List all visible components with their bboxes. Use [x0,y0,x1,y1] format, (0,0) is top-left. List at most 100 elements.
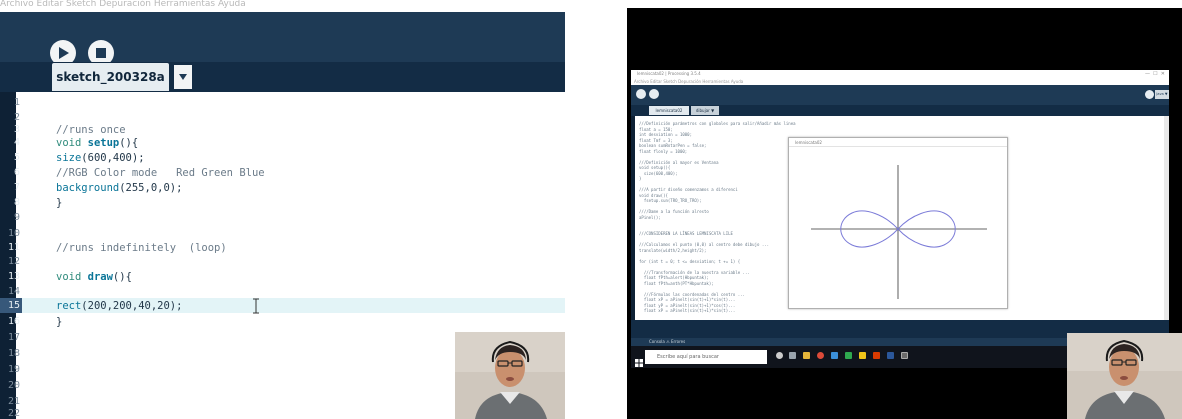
code-line: ///CONSIDEREN LA LÍNEAS LEMNISCATA LILE [639,231,733,236]
code-line: size(600,400); [639,170,678,176]
code-line: float xP = aPinelt(sin(t)+1)*sin(t)... [639,308,736,313]
line-number: 16 [7,316,20,327]
processing-app-icon[interactable] [901,352,908,359]
line-number: 13 [7,271,20,282]
line-number: 12 [7,256,20,267]
run-button[interactable] [636,89,646,99]
window-controls: — ☐ ✕ [1115,71,1165,77]
code-function: draw [87,271,113,283]
text-cursor-icon [253,298,259,314]
code-text: } [56,316,63,328]
sketch-window-title: lemniscata02 [789,138,1007,147]
ide-toolbar: Java ▼ [631,85,1169,105]
code-function: setup [87,137,120,149]
code-text: (255,0,0); [119,182,183,194]
code-line: void setup(){ [56,137,138,149]
line-number: 6 [13,167,20,178]
vertical-scrollbar[interactable] [1164,116,1169,320]
line-number: 1 [13,97,20,108]
windows-start-icon[interactable] [635,352,643,367]
line-number: 22 [7,408,20,419]
word-icon[interactable] [887,352,894,359]
line-number: 2 [13,112,20,123]
code-text: (){ [119,137,139,149]
line-number-gutter [631,116,635,320]
code-line: ///Calculamos el punto (0,0) al centro d… [639,242,770,247]
line-number: 10 [7,228,20,239]
code-line: float fPth=anth(PT*Hbpuntak); [639,280,714,286]
tab-menu-button[interactable] [174,65,192,89]
sketch-output-window[interactable]: lemniscata02 [788,137,1008,309]
file-explorer-icon[interactable] [803,352,810,359]
code-function: size [56,152,82,164]
line-number: 18 [7,348,20,359]
menu-bar[interactable]: Archivo Editar Sketch Depuración Herrami… [0,0,565,12]
code-line: boolean sumRotarPen = false; [639,143,707,148]
code-line: } [639,176,642,181]
line-number: 7 [13,182,20,193]
tab-sketch[interactable]: sketch_200328a [52,63,169,91]
code-function: background [56,182,120,194]
code-line: //RGB Color mode Red Green Blue [56,167,265,179]
code-text: } [56,197,63,209]
code-line: float fPth=alert(Hbpuntak); [639,275,709,280]
code-comment: //runs once [56,124,126,136]
code-comment: //RGB Color mode Red Green Blue [56,167,265,179]
cortana-icon[interactable] [776,352,783,359]
app-icon[interactable] [859,352,866,359]
line-number: 9 [13,212,20,223]
code-line: void draw(){ [56,271,132,283]
app-icon[interactable] [845,352,852,359]
tab-dibujar[interactable]: dibujar ▼ [691,106,719,115]
webcam-thumbnail [455,332,565,419]
presenter-video-image [455,332,565,419]
maximize-icon[interactable]: ☐ [1153,71,1161,77]
code-line: ////Dame a la función alresto [639,209,709,214]
code-text: (){ [112,271,132,283]
line-number: 3 [13,124,20,135]
code-line: //runs indefinitely (loop) [56,242,227,254]
line-number: 19 [7,364,20,375]
code-line: size(600,400); [56,152,145,164]
stop-button[interactable] [649,89,659,99]
line-number: 4 [13,137,20,148]
code-text: (600,400); [81,152,145,164]
code-keyword: void [56,271,82,283]
code-line: //runs once [56,124,126,136]
lemniscate-drawing [811,165,987,299]
code-line: void setup(){ [639,165,671,170]
edge-icon[interactable] [831,352,838,359]
tab-bar: lemniscata02 dibujar ▼ [631,105,1169,116]
code-line: } [56,316,62,328]
menu-bar[interactable]: Archivo Editar Sketch Depuración Herrami… [631,78,1169,85]
taskbar-search-input[interactable]: Escribe aquí para buscar [645,350,767,364]
code-line: translate(width/2,height/2); [639,247,707,253]
code-line: aPinel(); [639,214,661,220]
minimize-icon[interactable]: — [1145,71,1153,77]
code-line: background(255,0,0); [56,182,182,194]
code-line: for (int t = 0; t <= desviation; t += 1)… [639,258,741,264]
play-icon [59,47,69,59]
code-line: float xP = aPinelt(sin(t)+1)*sin(t)... [639,297,736,302]
screenshot: Archivo Editar Sketch Depuración Herrami… [0,0,1182,419]
code-line: int desviation = 1000; [639,132,692,137]
line-number: 15 [7,300,20,311]
line-number: 5 [13,152,20,163]
line-number: 11 [7,242,20,253]
code-line: fsetup.sun(TRO_TRO_TRO); [639,198,702,203]
line-number: 21 [7,396,20,407]
mode-selector[interactable]: Java ▼ [1155,90,1169,99]
app-icon[interactable] [873,352,880,359]
task-view-icon[interactable] [789,352,796,359]
code-comment: //runs indefinitely (loop) [56,242,227,254]
debug-button[interactable] [1145,90,1154,99]
line-number: 17 [7,332,20,343]
code-keyword: void [56,137,82,149]
code-text: (200,200,40,20); [81,300,183,312]
tab-lemniscata[interactable]: lemniscata02 [649,106,689,115]
desktop-screen-capture: lemniscata02 | Processing 3.5.4 — ☐ ✕ Ar… [627,8,1182,419]
chevron-down-icon [179,74,187,80]
code-line: } [56,197,62,209]
chrome-icon[interactable] [817,352,824,359]
close-icon[interactable]: ✕ [1161,71,1165,77]
